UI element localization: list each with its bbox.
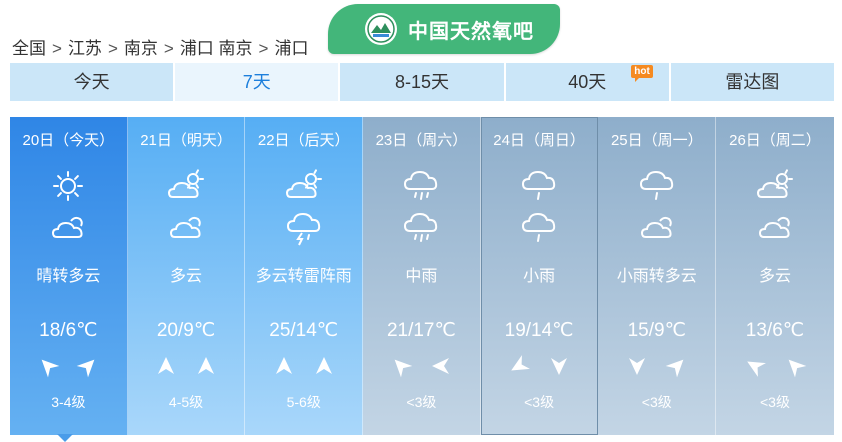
weather-description: 小雨转多云	[616, 268, 697, 285]
weather-description: 多云	[170, 268, 203, 285]
day-date: 24日（周日）	[493, 132, 585, 149]
wind-arrow-icon	[315, 357, 332, 374]
temperature-range: 15/9℃	[627, 320, 686, 341]
wind-arrow-icon	[747, 361, 766, 377]
wind-level: <3级	[524, 394, 555, 410]
tab-40-days[interactable]: 40天 hot	[505, 63, 671, 101]
day-card-4[interactable]: 23日（周六） 中雨 21/17℃ <3级	[363, 117, 481, 435]
seven-day-forecast: 20日（今天） 晴转多云 18/6℃ 3-4级 21日（明天） 多云 20/9℃ 4-5级 22…	[10, 117, 834, 435]
partly-cloudy-icon	[285, 169, 322, 198]
sun-icon	[53, 171, 84, 201]
wind-directions	[128, 355, 245, 377]
wind-arrow-icon	[551, 358, 568, 375]
weather-description: 中雨	[405, 268, 438, 285]
wind-arrow-icon	[511, 355, 531, 371]
selected-day-pointer	[57, 434, 73, 442]
weather-description: 晴转多云	[36, 268, 101, 285]
day-card-1[interactable]: 20日（今天） 晴转多云 18/6℃ 3-4级	[10, 117, 128, 435]
wind-arrow-icon	[41, 359, 60, 378]
wind-level: <3级	[759, 394, 790, 410]
wind-level: <3级	[641, 394, 672, 410]
temperature-range: 13/6℃	[745, 320, 805, 341]
oxygen-seal-icon	[365, 13, 397, 45]
day-card-6[interactable]: 25日（周一） 小雨转多云 15/9℃ <3级	[598, 117, 717, 435]
breadcrumb-separator: >	[258, 39, 269, 58]
wind-arrow-icon	[788, 359, 807, 378]
wind-level: 5-6级	[286, 394, 321, 410]
day-date: 26日（周二）	[729, 132, 821, 149]
tab-8-15-days[interactable]: 8-15天	[340, 63, 506, 101]
light-rain-icon	[522, 212, 556, 242]
wind-arrow-icon	[628, 358, 645, 375]
breadcrumb-link-nanjing[interactable]: 南京	[124, 39, 158, 58]
breadcrumb-current-pukou: 浦口	[274, 39, 309, 58]
wind-level: 3-4级	[51, 394, 86, 410]
breadcrumb: 全国 > 江苏 > 南京 > 浦口 南京 > 浦口	[12, 34, 308, 59]
breadcrumb-separator: >	[52, 39, 62, 58]
temperature-range: 18/6℃	[39, 320, 98, 341]
day-date: 23日（周六）	[375, 132, 468, 149]
temperature-range: 20/9℃	[156, 320, 216, 341]
natural-oxygen-bar-badge[interactable]: 中国天然氧吧	[328, 4, 560, 54]
wind-directions	[598, 355, 715, 378]
temperature-range: 25/14℃	[269, 320, 339, 341]
cloudy-icon	[52, 216, 84, 238]
breadcrumb-separator: >	[107, 39, 118, 58]
rain-icon	[404, 212, 438, 242]
forecast-tabs: 今天 7天 8-15天 40天 hot 雷达图	[10, 63, 835, 101]
breadcrumb-separator: >	[163, 39, 174, 58]
wind-arrow-icon	[275, 357, 292, 374]
hot-badge: hot	[631, 65, 653, 82]
cloudy-icon	[170, 216, 201, 238]
wind-arrow-icon	[432, 358, 450, 374]
temperature-range: 21/17℃	[386, 320, 456, 341]
wind-arrow-icon	[77, 359, 95, 378]
wind-arrow-icon	[158, 357, 175, 374]
tab-label: 7天	[242, 72, 271, 92]
weather-description: 小雨	[523, 268, 556, 285]
day-card-5[interactable]: 24日（周日） 小雨 19/14℃ <3级	[480, 117, 599, 435]
wind-directions	[10, 355, 127, 378]
badge-text: 中国天然氧吧	[408, 20, 534, 43]
wind-level: <3级	[406, 394, 437, 410]
wind-level: 4-5级	[168, 394, 204, 410]
tab-label: 今天	[73, 72, 110, 92]
wind-directions	[716, 355, 834, 378]
breadcrumb-link-jiangsu[interactable]: 江苏	[68, 39, 102, 58]
thunder-shower-icon	[286, 212, 320, 246]
day-card-7[interactable]: 26日（周二） 多云 13/6℃ <3级	[716, 117, 834, 435]
partly-cloudy-icon	[756, 169, 793, 198]
wind-directions	[245, 355, 362, 377]
day-card-3[interactable]: 22日（后天） 多云转雷阵雨 25/14℃ 5-6级	[245, 117, 364, 435]
partly-cloudy-icon	[168, 169, 205, 198]
wind-directions	[363, 355, 480, 378]
breadcrumb-link-pukou-nanjing[interactable]: 浦口 南京	[180, 39, 253, 58]
breadcrumb-link-national[interactable]: 全国	[12, 39, 46, 58]
tab-label: 8-15天	[394, 72, 450, 92]
weather-description: 多云	[758, 268, 791, 285]
wind-arrow-icon	[198, 357, 215, 374]
day-date: 21日（明天）	[140, 132, 232, 149]
cloudy-icon	[640, 216, 672, 238]
temperature-range: 19/14℃	[504, 320, 574, 341]
weather-description: 多云转雷阵雨	[255, 268, 352, 285]
tab-label: 雷达图	[725, 72, 780, 92]
light-rain-icon	[639, 170, 673, 200]
day-date: 22日（后天）	[257, 132, 350, 149]
day-date: 20日（今天）	[22, 132, 115, 149]
light-rain-icon	[522, 170, 556, 200]
wind-arrow-icon	[665, 359, 684, 378]
day-card-2[interactable]: 21日（明天） 多云 20/9℃ 4-5级	[127, 117, 246, 435]
cloudy-icon	[758, 216, 790, 238]
tab-label: 40天	[568, 72, 607, 92]
wind-directions	[481, 355, 598, 377]
tab-7-days[interactable]: 7天	[175, 63, 341, 101]
tab-today[interactable]: 今天	[10, 63, 176, 101]
tab-radar[interactable]: 雷达图	[670, 63, 835, 101]
day-date: 25日（周一）	[610, 132, 703, 149]
rain-icon	[404, 170, 438, 200]
wind-arrow-icon	[395, 359, 413, 378]
